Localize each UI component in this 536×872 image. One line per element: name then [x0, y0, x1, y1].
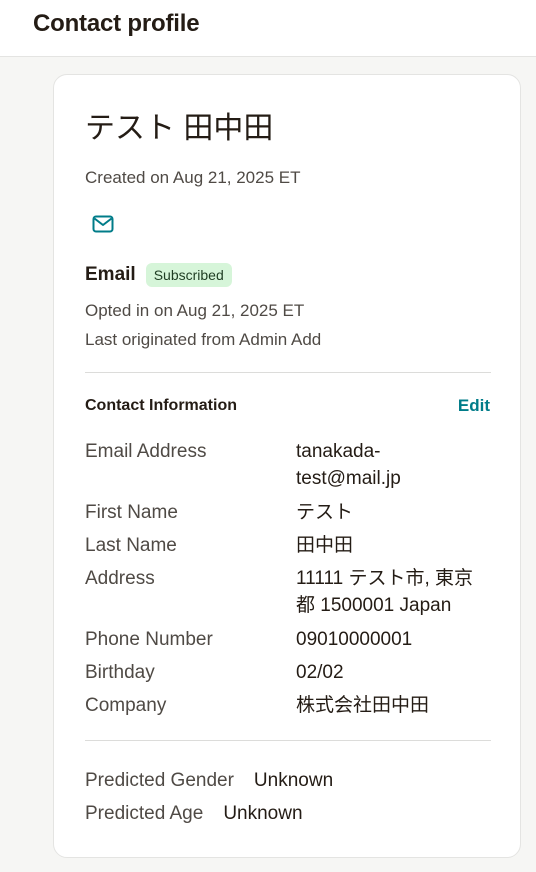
email-status-row: Email Subscribed — [85, 261, 232, 289]
origin-source: Last originated from Admin Add — [85, 330, 322, 349]
predicted-gender-label: Predicted Gender — [85, 770, 234, 791]
field-value-email-address: tanakada-test@mail.jp — [296, 441, 401, 489]
field-label-birthday: Birthday — [85, 662, 155, 683]
field-label-last-name: Last Name — [85, 535, 177, 556]
edit-button[interactable]: Edit — [458, 395, 490, 417]
mail-icon[interactable] — [92, 215, 114, 233]
opted-in-date: Opted in on Aug 21, 2025 ET — [85, 301, 305, 320]
page-title: Contact profile — [33, 10, 200, 37]
predicted-age-row: Predicted Age Unknown — [85, 800, 303, 827]
divider — [85, 372, 491, 373]
email-heading: Email — [85, 264, 136, 285]
predicted-gender-value: Unknown — [253, 770, 334, 791]
field-label-phone-number: Phone Number — [85, 629, 213, 650]
predicted-age-label: Predicted Age — [85, 803, 204, 824]
contact-name: テスト 田中田 — [85, 112, 274, 145]
status-badge: Subscribed — [145, 263, 232, 287]
field-value-company: 株式会社田中田 — [296, 695, 430, 716]
field-value-birthday: 02/02 — [296, 662, 344, 683]
divider — [85, 740, 491, 741]
predicted-age-value: Unknown — [223, 803, 303, 824]
field-label-address: Address — [85, 568, 155, 589]
field-value-last-name: 田中田 — [296, 535, 354, 556]
predicted-gender-row: Predicted Gender Unknown — [85, 767, 333, 794]
field-value-first-name: テスト — [296, 502, 354, 523]
field-label-email-address: Email Address — [85, 441, 207, 462]
field-label-company: Company — [85, 695, 167, 716]
field-label-first-name: First Name — [85, 502, 178, 523]
field-value-address: 11111 テスト市, 東京都 1500001 Japan — [296, 568, 474, 616]
contact-card: テスト 田中田 Created on Aug 21, 2025 ET Email… — [53, 74, 521, 858]
field-value-phone-number: 09010000001 — [296, 629, 413, 650]
created-date: Created on Aug 21, 2025 ET — [85, 168, 301, 187]
page-header: Contact profile — [0, 0, 536, 57]
section-title-contact-information: Contact Information — [85, 397, 237, 414]
